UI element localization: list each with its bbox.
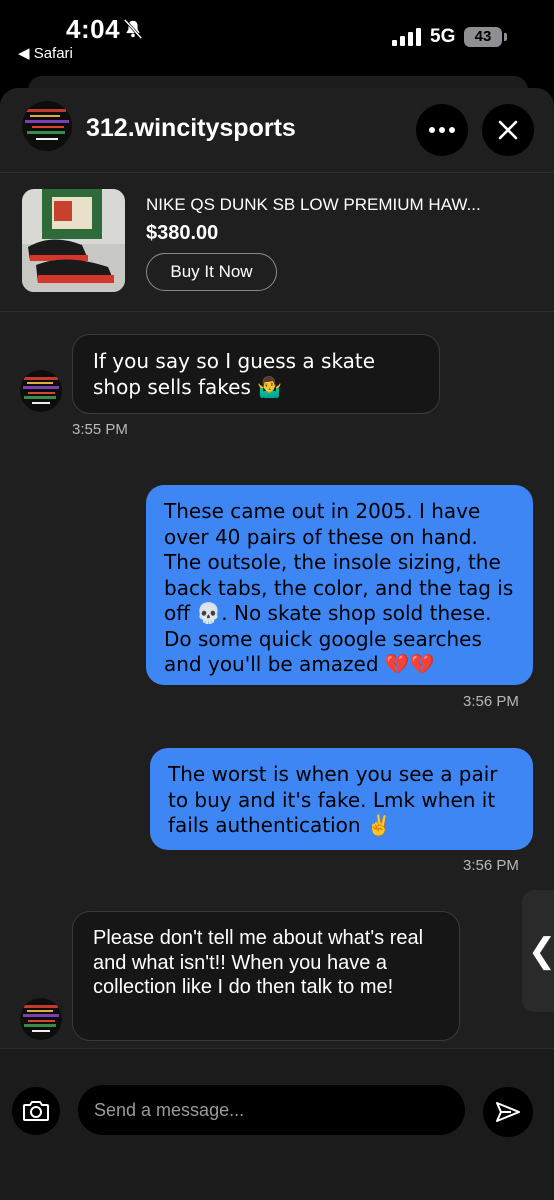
product-price: $380.00 <box>146 222 219 244</box>
message-bubble-incoming: Please don't tell me about what's real a… <box>72 911 460 1041</box>
message-time: 3:56 PM <box>463 693 519 710</box>
back-to-safari-link[interactable]: ◀ Safari <box>18 44 73 62</box>
avatar[interactable] <box>22 101 72 151</box>
message-bubble-outgoing: These came out in 2005. I have over 40 p… <box>146 485 533 685</box>
status-bar: 4:04 ◀ Safari 5G 43 <box>0 0 554 72</box>
clock: 4:04 <box>66 14 121 44</box>
message-text: These came out in 2005. I have over 40 p… <box>164 499 514 676</box>
avatar[interactable] <box>20 998 62 1040</box>
send-button[interactable] <box>483 1087 533 1137</box>
message-text: Please don't tell me about what's real a… <box>93 927 424 998</box>
network-type: 5G <box>430 26 456 47</box>
close-button[interactable] <box>482 104 534 156</box>
avatar[interactable] <box>20 370 62 412</box>
signal-bars-icon <box>392 28 421 46</box>
send-icon <box>496 1102 520 1122</box>
more-options-button[interactable] <box>416 104 468 156</box>
battery-tip <box>504 33 507 41</box>
camera-icon <box>23 1101 49 1121</box>
product-title[interactable]: NIKE QS DUNK SB LOW PREMIUM HAW... <box>146 195 481 215</box>
close-icon <box>498 120 518 140</box>
listing-card[interactable]: NIKE QS DUNK SB LOW PREMIUM HAW... $380.… <box>0 172 554 312</box>
message-composer <box>0 1048 554 1200</box>
message-sheet: 312.wincitysports NIKE QS DUNK SB LOW PR… <box>0 88 554 1200</box>
conversation-header: 312.wincitysports <box>0 88 554 172</box>
battery-icon: 43 <box>464 27 502 47</box>
product-image[interactable] <box>22 189 125 292</box>
conversation-title[interactable]: 312.wincitysports <box>86 114 296 143</box>
bell-slash-icon <box>123 18 143 40</box>
buy-it-now-button[interactable]: Buy It Now <box>146 253 277 291</box>
message-time: 3:55 PM <box>72 421 128 438</box>
message-text: The worst is when you see a pair to buy … <box>168 762 498 837</box>
message-bubble-outgoing: The worst is when you see a pair to buy … <box>150 748 533 850</box>
message-input[interactable] <box>78 1085 465 1135</box>
ellipsis-icon <box>429 127 455 133</box>
message-time: 3:56 PM <box>463 857 519 874</box>
message-text: If you say so I guess a skate shop sells… <box>93 349 376 399</box>
side-handle[interactable]: ❮ <box>522 890 554 1012</box>
message-bubble-incoming: If you say so I guess a skate shop sells… <box>72 334 440 414</box>
chevron-left-icon: ❮ <box>527 932 554 970</box>
camera-button[interactable] <box>12 1087 60 1135</box>
